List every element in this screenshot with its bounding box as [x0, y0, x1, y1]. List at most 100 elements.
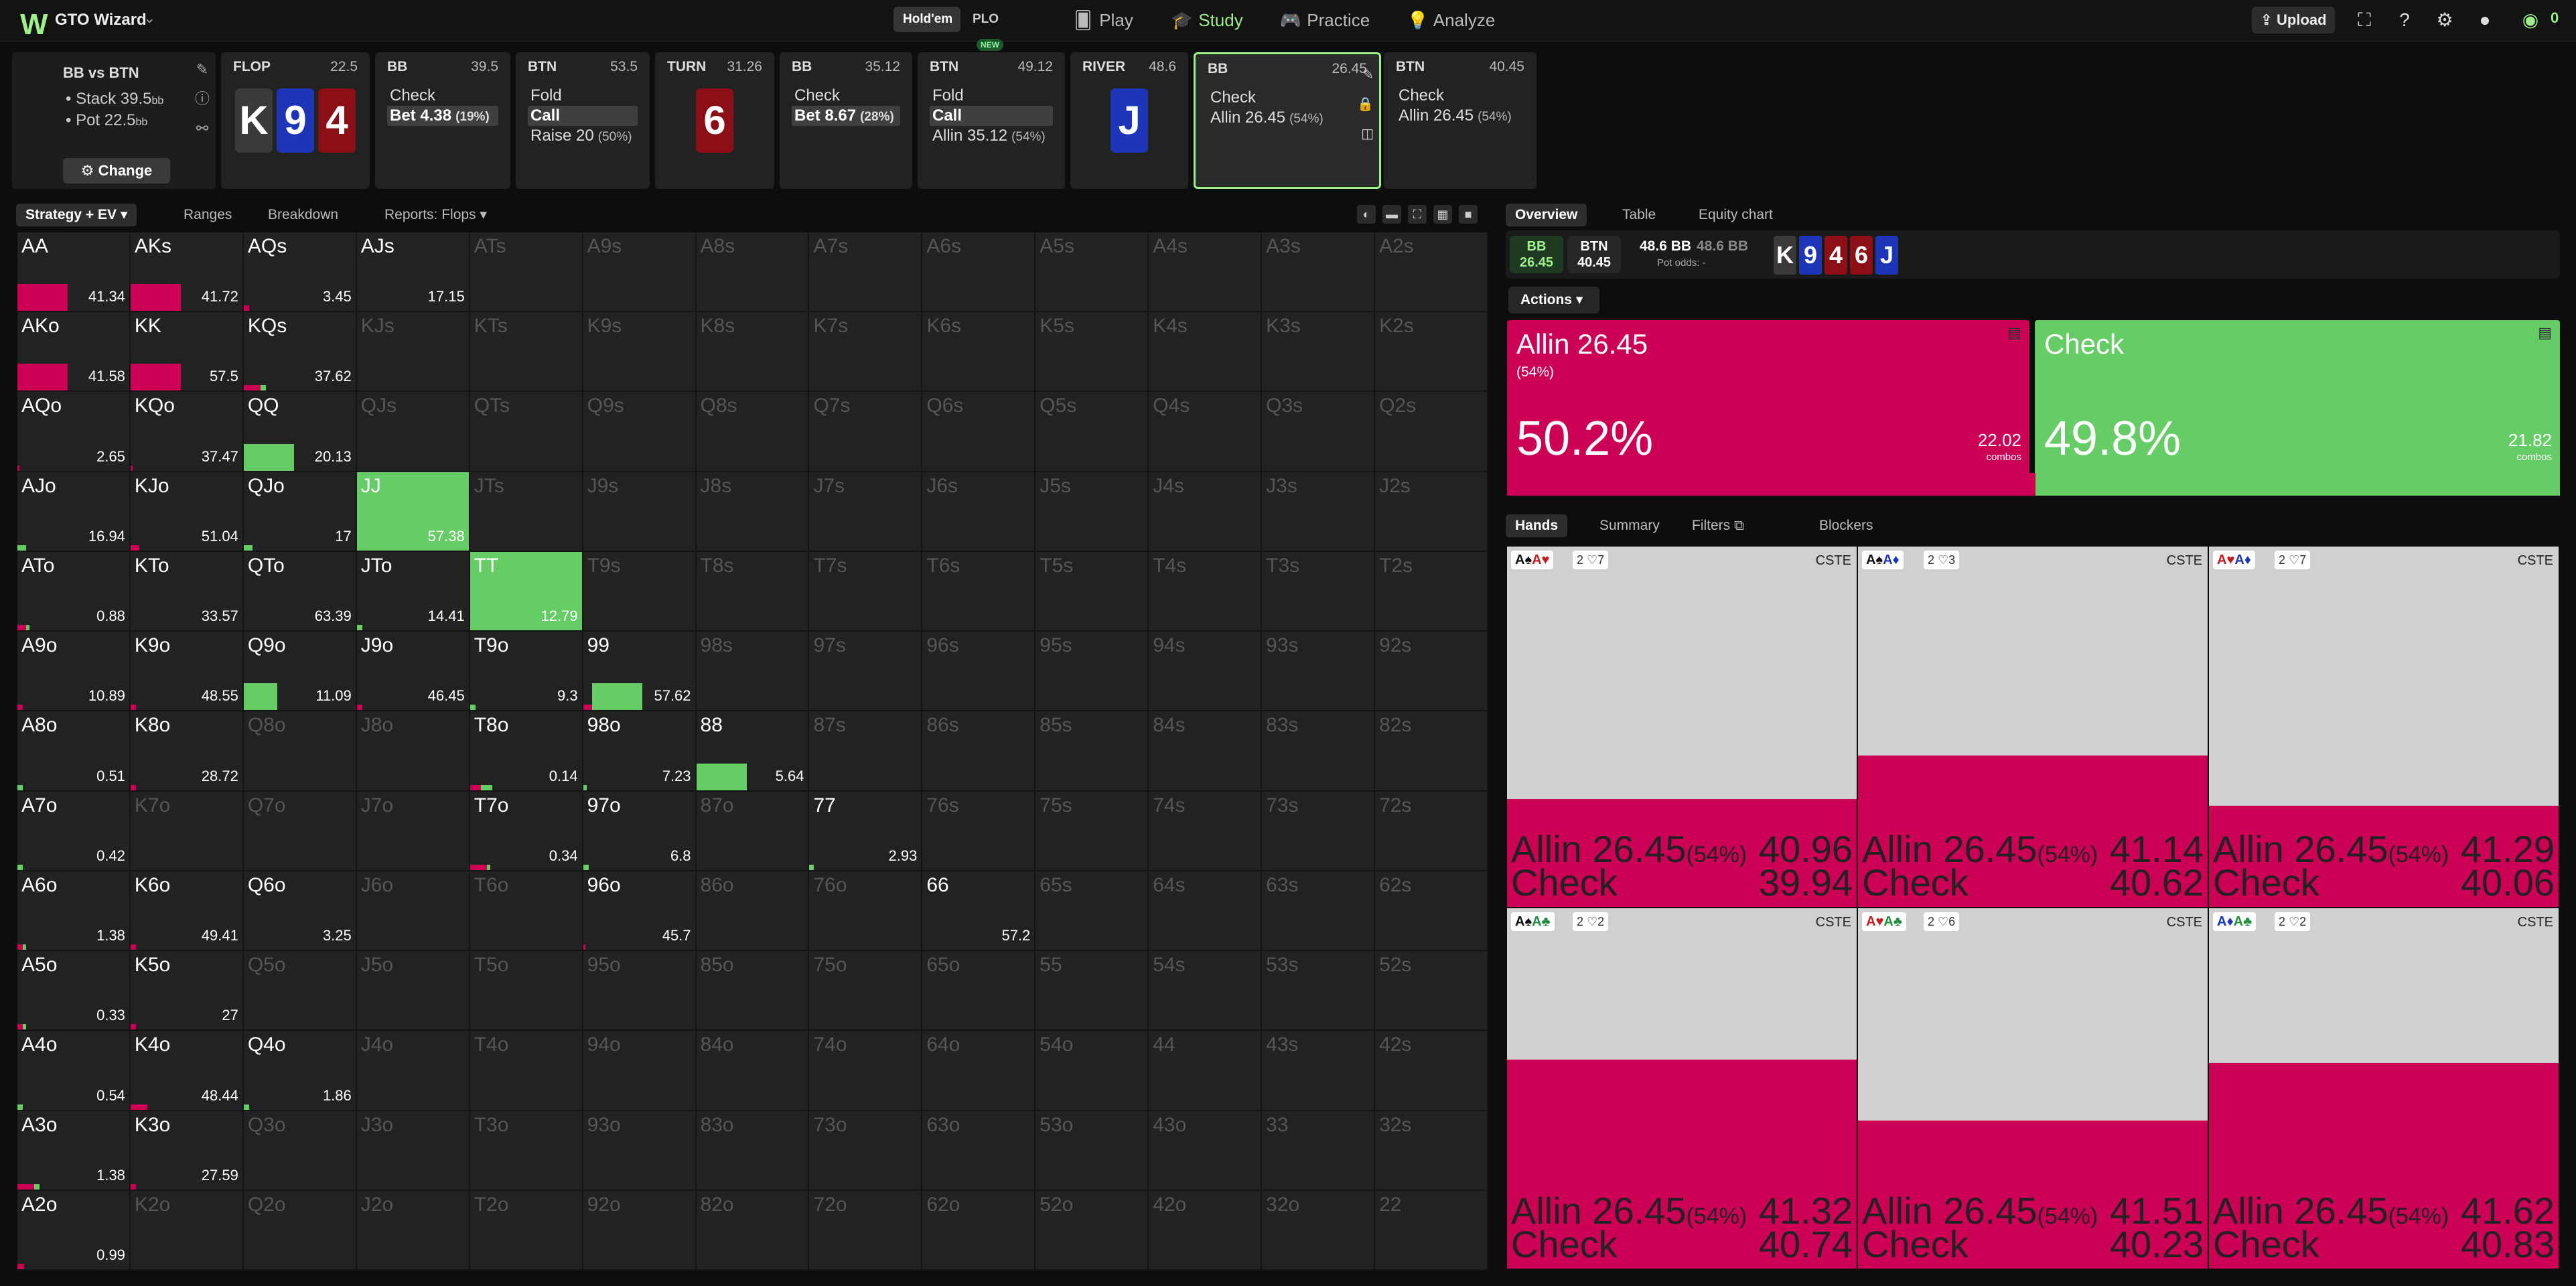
history-card-flop[interactable]: FLOP 22.5 K 9 4 [221, 52, 370, 189]
matrix-cell[interactable]: 94s [1149, 632, 1263, 712]
matrix-cell[interactable]: K9s [583, 312, 697, 392]
history-action-option[interactable]: Bet 8.67 (28%) [792, 106, 900, 126]
wizard-avatar-icon[interactable]: ◉ [2518, 8, 2543, 32]
matrix-cell[interactable]: 20.13 QQ [243, 392, 357, 472]
matrix-cell[interactable]: 0.54 A4o [17, 1031, 131, 1111]
matrix-cell[interactable]: 2.65 AQo [17, 392, 131, 472]
matrix-cell[interactable]: T4s [1149, 551, 1263, 632]
screenshot-icon[interactable]: ⛶ [2352, 8, 2376, 32]
matrix-cell[interactable]: 95s [1035, 632, 1149, 712]
matrix-cell[interactable]: 54o [1035, 1031, 1149, 1111]
matrix-cell[interactable]: 62s [1375, 871, 1488, 952]
matrix-cell[interactable]: 0.34 T7o [470, 791, 583, 871]
matrix-cell[interactable]: 16.94 AJo [17, 472, 131, 552]
matrix-cell[interactable]: 64s [1149, 871, 1263, 952]
lock-icon[interactable]: 🔒 [1357, 96, 1374, 113]
history-card-river[interactable]: RIVER 48.6 J [1070, 52, 1188, 189]
matrix-cell[interactable]: 73s [1262, 791, 1376, 871]
matrix-cell[interactable]: 62o [922, 1190, 1036, 1271]
history-card-turn[interactable]: TURN 31.26 6 [655, 52, 774, 189]
gto-wizard-logo[interactable]: W [20, 8, 48, 42]
matrix-cell[interactable]: 0.88 ATo [17, 551, 131, 632]
tab-hands[interactable]: Hands [1506, 514, 1568, 537]
help-icon[interactable]: ? [2392, 8, 2417, 32]
tab-ranges[interactable]: Ranges [174, 204, 241, 226]
matrix-cell[interactable]: J3o [356, 1111, 470, 1191]
matrix-cell[interactable]: 3.45 AQs [243, 232, 357, 313]
history-action-option[interactable]: Check [792, 86, 900, 106]
matrix-cell[interactable]: 55 [1035, 951, 1149, 1031]
history-card-btn[interactable]: BTN 49.12 Fold Call Allin 35.12 (54%) [918, 52, 1065, 189]
matrix-cell[interactable]: J5o [356, 951, 470, 1031]
matrix-cell[interactable]: 93s [1262, 632, 1376, 712]
hand-card[interactable]: A♦A♣ 2 ♡2 CSTE Allin 26.45(54%) 41.62 Check 40… [2209, 908, 2559, 1269]
matrix-cell[interactable]: Q6s [922, 392, 1036, 472]
tab-strategy-ev[interactable]: Strategy + EV ▾ [16, 204, 137, 226]
matrix-cell[interactable]: 57.38 JJ [356, 472, 470, 552]
matrix-cell[interactable]: 52s [1375, 951, 1488, 1031]
history-card-bb[interactable]: BB 39.5 Check Bet 4.38 (19%) [375, 52, 510, 189]
matrix-cell[interactable]: A3s [1262, 232, 1376, 313]
matrix-cell[interactable]: J4s [1149, 472, 1263, 552]
matrix-cell[interactable]: T9s [583, 551, 697, 632]
matrix-cell[interactable]: JTs [470, 472, 583, 552]
matrix-cell[interactable]: 87s [809, 711, 923, 792]
matrix-cell[interactable]: 65o [922, 951, 1036, 1031]
matrix-cell[interactable]: T3s [1262, 551, 1376, 632]
matrix-cell[interactable]: 0.14 T8o [470, 711, 583, 792]
fullscreen-icon[interactable]: ■ [1459, 205, 1478, 224]
matrix-cell[interactable]: J6o [356, 871, 470, 952]
history-card-btn[interactable]: BTN 53.5 Fold Call Raise 20 (50%) [516, 52, 650, 189]
matrix-cell[interactable]: 57.62 99 [583, 632, 697, 712]
matrix-cell[interactable]: 84o [696, 1031, 810, 1111]
nav-analyze[interactable]: 💡 Analyze [1407, 5, 1495, 35]
pencil-icon[interactable]: ✎ [1362, 66, 1374, 83]
tab-summary[interactable]: Summary [1590, 514, 1669, 537]
matrix-cell[interactable]: 51.04 KJo [130, 472, 244, 552]
matrix-cell[interactable]: J5s [1035, 472, 1149, 552]
matrix-cell[interactable]: 12.79 TT [470, 551, 583, 632]
matrix-cell[interactable]: 64o [922, 1031, 1036, 1111]
tab-overview[interactable]: Overview [1506, 204, 1587, 226]
matrix-cell[interactable]: A4s [1149, 232, 1263, 313]
matrix-cell[interactable]: K5s [1035, 312, 1149, 392]
matrix-cell[interactable]: K3s [1262, 312, 1376, 392]
matrix-cell[interactable]: J8o [356, 711, 470, 792]
history-action-option[interactable]: Fold [930, 86, 1053, 106]
history-action-option[interactable]: Check [1396, 86, 1524, 106]
action-allin-box[interactable]: Allin 26.45 (54%) 50.2% 22.02 combos ▤ [1507, 320, 2029, 476]
history-card-bb[interactable]: BB 35.12 Check Bet 8.67 (28%) [780, 52, 912, 189]
tab-blockers[interactable]: Blockers [1810, 514, 1883, 537]
pencil-icon[interactable]: ✎ [189, 55, 216, 84]
tab-table[interactable]: Table [1613, 204, 1665, 226]
matrix-cell[interactable]: A6s [922, 232, 1036, 313]
matrix-cell[interactable]: Q5s [1035, 392, 1149, 472]
matrix-cell[interactable]: Q4s [1149, 392, 1263, 472]
matrix-cell[interactable]: 94o [583, 1031, 697, 1111]
matrix-cell[interactable]: 27.59 K3o [130, 1111, 244, 1191]
matrix-cell[interactable]: K7o [130, 791, 244, 871]
matrix-cell[interactable]: A9s [583, 232, 697, 313]
matrix-cell[interactable]: T5s [1035, 551, 1149, 632]
matrix-cell[interactable]: Q3s [1262, 392, 1376, 472]
matrix-cell[interactable]: ATs [470, 232, 583, 313]
matrix-cell[interactable]: K8s [696, 312, 810, 392]
matrix-cell[interactable]: 52o [1035, 1190, 1149, 1271]
matrix-cell[interactable]: 32s [1375, 1111, 1488, 1191]
matrix-cell[interactable]: 82s [1375, 711, 1488, 792]
brand-name[interactable]: GTO Wizard [55, 11, 147, 29]
matrix-cell[interactable]: 42o [1149, 1190, 1263, 1271]
history-card-btn[interactable]: BTN 40.45 Check Allin 26.45 (54%) [1384, 52, 1536, 189]
matrix-cell[interactable]: 0.33 A5o [17, 951, 131, 1031]
matrix-cell[interactable]: 92o [583, 1190, 697, 1271]
matrix-cell[interactable]: Q8o [243, 711, 357, 792]
matrix-cell[interactable]: 44 [1149, 1031, 1263, 1111]
matrix-cell[interactable]: K2s [1375, 312, 1488, 392]
matrix-cell[interactable]: 2.93 77 [809, 791, 923, 871]
matrix-cell[interactable]: 84s [1149, 711, 1263, 792]
tab-breakdown[interactable]: Breakdown [259, 204, 348, 226]
matrix-cell[interactable]: 27 K5o [130, 951, 244, 1031]
hand-card[interactable]: A♥A♦ 2 ♡7 CSTE Allin 26.45(54%) 41.29 Check 40… [2209, 547, 2559, 907]
matrix-cell[interactable]: 33.57 KTo [130, 551, 244, 632]
matrix-cell[interactable]: KTs [470, 312, 583, 392]
